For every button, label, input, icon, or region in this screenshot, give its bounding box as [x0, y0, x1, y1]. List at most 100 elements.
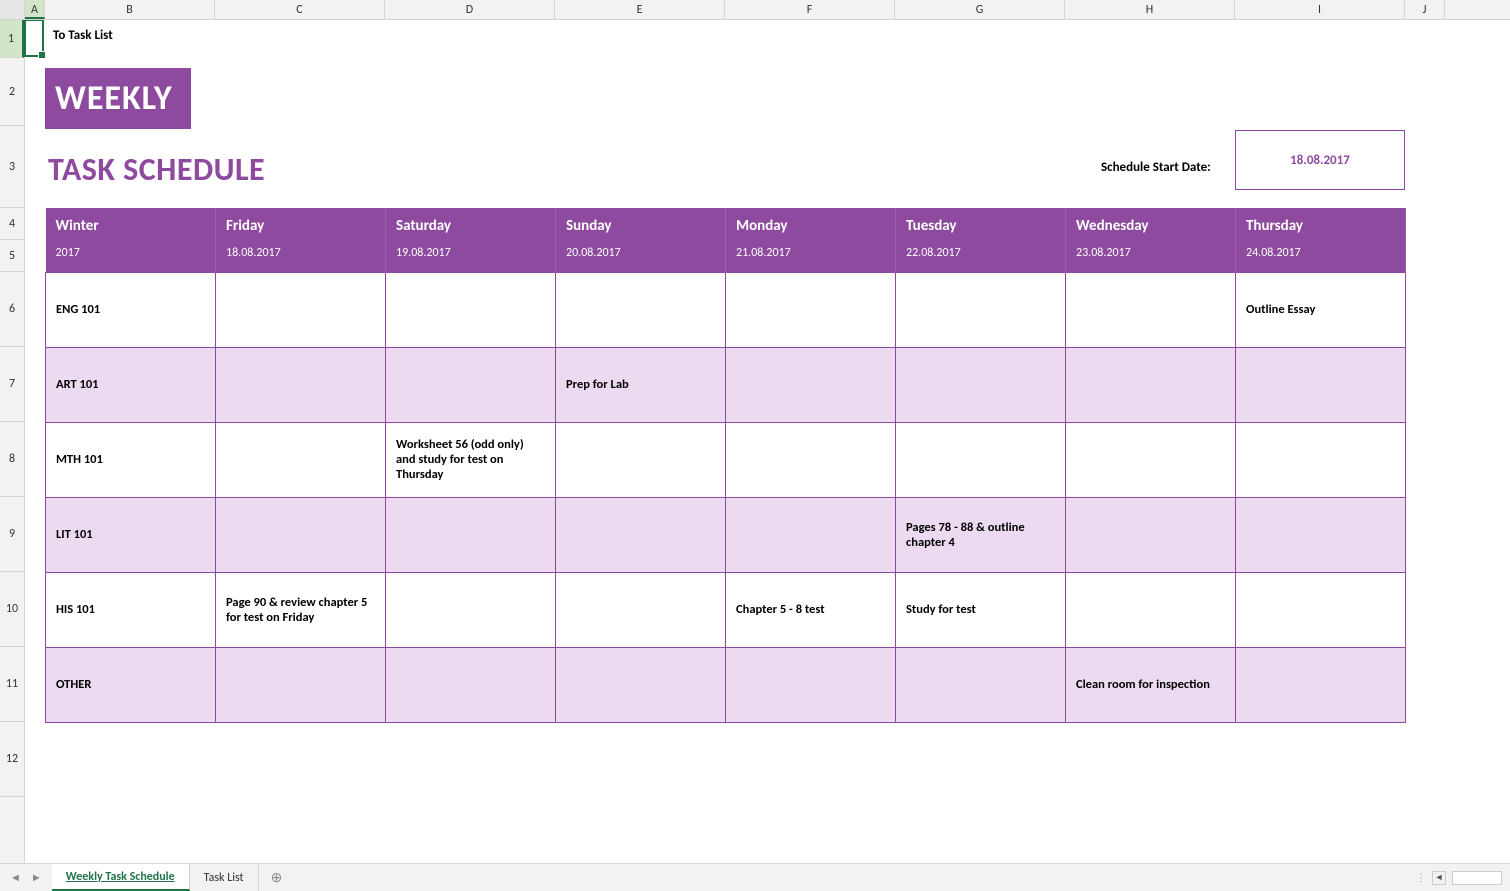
sheet-nav-prev-icon[interactable]: ◄	[10, 871, 21, 884]
header-year[interactable]: 2017	[46, 240, 216, 272]
task-cell[interactable]	[1236, 347, 1406, 422]
header-day-6[interactable]: Thursday	[1236, 208, 1406, 240]
col-header-F[interactable]: F	[725, 0, 895, 19]
task-cell[interactable]	[1066, 347, 1236, 422]
header-day-2[interactable]: Sunday	[556, 208, 726, 240]
header-day-5[interactable]: Wednesday	[1066, 208, 1236, 240]
schedule-table: Winter Friday Saturday Sunday Monday Tue…	[45, 208, 1406, 723]
task-cell[interactable]	[1066, 572, 1236, 647]
task-cell[interactable]	[726, 347, 896, 422]
col-header-H[interactable]: H	[1065, 0, 1235, 19]
task-cell[interactable]: Prep for Lab	[556, 347, 726, 422]
col-header-I[interactable]: I	[1235, 0, 1405, 19]
task-cell[interactable]	[726, 647, 896, 722]
row-header-12[interactable]: 12	[0, 722, 24, 797]
task-cell[interactable]	[1066, 272, 1236, 347]
task-cell[interactable]	[556, 272, 726, 347]
row-header-2[interactable]: 2	[0, 58, 24, 126]
new-sheet-button[interactable]: ⊕	[259, 869, 295, 886]
row-label[interactable]: OTHER	[46, 647, 216, 722]
sheet-tab-task-list[interactable]: Task List	[190, 864, 259, 891]
header-day-4[interactable]: Tuesday	[896, 208, 1066, 240]
table-row: ART 101 Prep for Lab	[46, 347, 1406, 422]
row-header-10[interactable]: 10	[0, 572, 24, 647]
task-cell[interactable]	[1236, 647, 1406, 722]
header-date-0[interactable]: 18.08.2017	[216, 240, 386, 272]
task-cell[interactable]: Pages 78 - 88 & outline chapter 4	[896, 497, 1066, 572]
task-cell[interactable]	[216, 422, 386, 497]
task-cell[interactable]	[1236, 422, 1406, 497]
task-cell[interactable]	[556, 572, 726, 647]
task-cell[interactable]: Outline Essay	[1236, 272, 1406, 347]
task-cell[interactable]: Page 90 & review chapter 5 for test on F…	[216, 572, 386, 647]
task-cell[interactable]	[1066, 497, 1236, 572]
task-cell[interactable]: Clean room for inspection	[1066, 647, 1236, 722]
task-cell[interactable]	[386, 272, 556, 347]
row-header-6[interactable]: 6	[0, 272, 24, 347]
task-cell[interactable]	[216, 347, 386, 422]
row-label[interactable]: HIS 101	[46, 572, 216, 647]
task-cell[interactable]	[216, 497, 386, 572]
col-header-D[interactable]: D	[385, 0, 555, 19]
scroll-left-button[interactable]: ◄	[1432, 871, 1446, 885]
task-cell[interactable]	[556, 422, 726, 497]
header-day-3[interactable]: Monday	[726, 208, 896, 240]
task-cell[interactable]	[1236, 572, 1406, 647]
task-cell[interactable]	[1066, 422, 1236, 497]
task-cell[interactable]	[386, 347, 556, 422]
cell-grid[interactable]: To Task List WEEKLY TASK SCHEDULE Schedu…	[25, 20, 1510, 863]
task-cell[interactable]	[216, 272, 386, 347]
col-header-A[interactable]: A	[25, 0, 45, 19]
row-header-9[interactable]: 9	[0, 497, 24, 572]
task-cell[interactable]	[1236, 497, 1406, 572]
header-day-0[interactable]: Friday	[216, 208, 386, 240]
task-cell[interactable]: Study for test	[896, 572, 1066, 647]
row-header-5[interactable]: 5	[0, 240, 24, 272]
col-header-E[interactable]: E	[555, 0, 725, 19]
task-cell[interactable]	[726, 422, 896, 497]
header-date-2[interactable]: 20.08.2017	[556, 240, 726, 272]
row-header-4[interactable]: 4	[0, 208, 24, 240]
task-cell[interactable]	[896, 647, 1066, 722]
task-cell[interactable]	[216, 647, 386, 722]
header-date-5[interactable]: 23.08.2017	[1066, 240, 1236, 272]
task-cell[interactable]	[726, 497, 896, 572]
task-cell[interactable]	[386, 647, 556, 722]
col-header-J[interactable]: J	[1405, 0, 1445, 19]
row-header-11[interactable]: 11	[0, 647, 24, 722]
task-cell[interactable]: Worksheet 56 (odd only) and study for te…	[386, 422, 556, 497]
col-header-G[interactable]: G	[895, 0, 1065, 19]
row-header-1[interactable]: 1	[0, 20, 24, 58]
row-label[interactable]: ART 101	[46, 347, 216, 422]
task-cell[interactable]	[556, 647, 726, 722]
row-label[interactable]: MTH 101	[46, 422, 216, 497]
task-cell[interactable]	[386, 497, 556, 572]
header-date-3[interactable]: 21.08.2017	[726, 240, 896, 272]
col-header-B[interactable]: B	[45, 0, 215, 19]
select-all-cell[interactable]	[0, 0, 25, 19]
task-cell[interactable]	[386, 572, 556, 647]
scroll-track[interactable]	[1452, 871, 1502, 885]
header-date-4[interactable]: 22.08.2017	[896, 240, 1066, 272]
task-cell[interactable]	[896, 272, 1066, 347]
header-date-1[interactable]: 19.08.2017	[386, 240, 556, 272]
task-cell[interactable]	[896, 347, 1066, 422]
start-date-value[interactable]: 18.08.2017	[1235, 130, 1405, 190]
task-cell[interactable]	[896, 422, 1066, 497]
row-header-8[interactable]: 8	[0, 422, 24, 497]
task-cell[interactable]: Chapter 5 - 8 test	[726, 572, 896, 647]
col-header-C[interactable]: C	[215, 0, 385, 19]
row-label[interactable]: LIT 101	[46, 497, 216, 572]
row-header-7[interactable]: 7	[0, 347, 24, 422]
scroll-grip-icon[interactable]: ⋮	[1416, 871, 1426, 884]
row-header-3[interactable]: 3	[0, 126, 24, 208]
row-label[interactable]: ENG 101	[46, 272, 216, 347]
task-cell[interactable]	[726, 272, 896, 347]
to-task-list-link[interactable]: To Task List	[53, 28, 113, 43]
header-day-1[interactable]: Saturday	[386, 208, 556, 240]
header-date-6[interactable]: 24.08.2017	[1236, 240, 1406, 272]
task-cell[interactable]	[556, 497, 726, 572]
header-season[interactable]: Winter	[46, 208, 216, 240]
sheet-nav-next-icon[interactable]: ►	[31, 871, 42, 884]
sheet-tab-weekly-task-schedule[interactable]: Weekly Task Schedule	[52, 864, 190, 891]
